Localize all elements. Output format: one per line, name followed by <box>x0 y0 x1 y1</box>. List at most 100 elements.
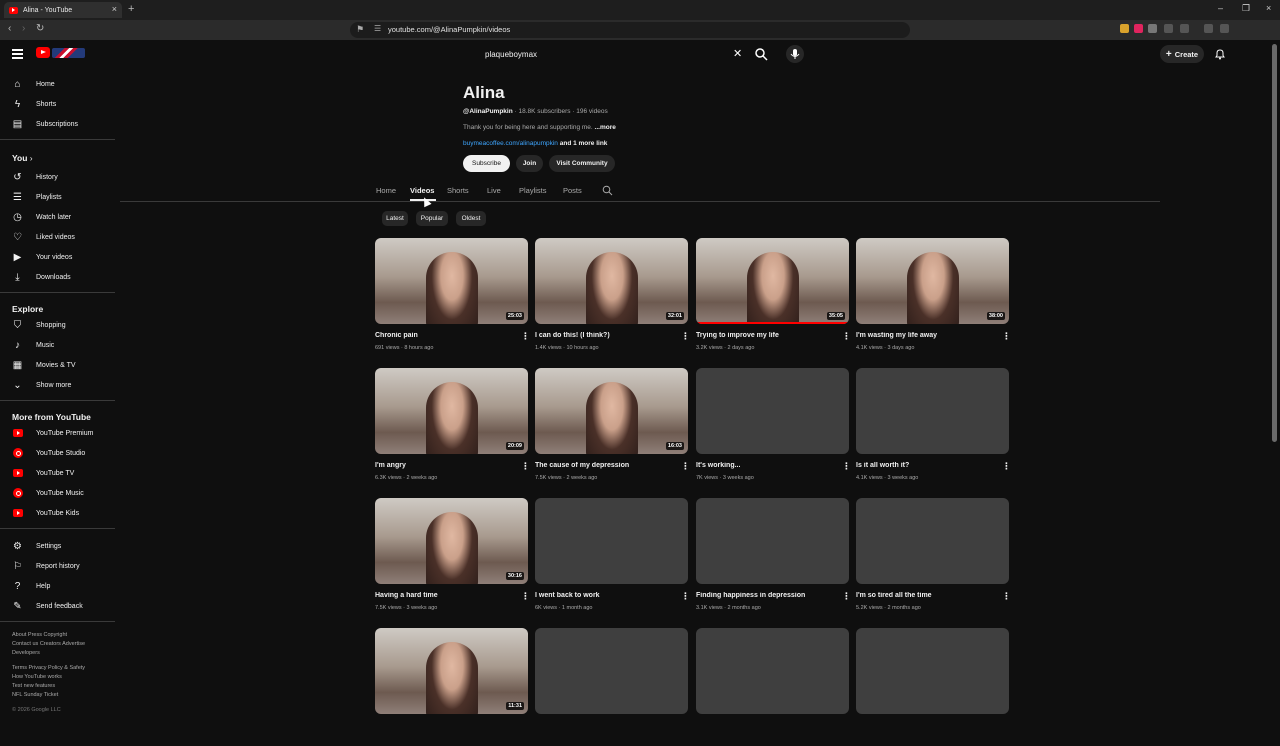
browser-tab[interactable]: Alina - YouTube × <box>4 2 122 18</box>
chip-oldest[interactable]: Oldest <box>456 211 486 226</box>
address-bar[interactable]: ⚑ ☰ youtube.com/@AlinaPumpkin/videos <box>350 22 910 38</box>
clear-search-icon[interactable]: ✕ <box>733 47 742 60</box>
video-title[interactable]: Is it all worth it? <box>856 462 996 469</box>
video-title[interactable]: I went back to work <box>535 592 675 599</box>
search-input[interactable]: plaqueboymax ✕ <box>478 44 748 66</box>
video-card[interactable]: 38:00 I'm wasting my life away 4.1K views … <box>856 238 1011 356</box>
tab-live[interactable]: Live <box>487 186 501 195</box>
video-thumbnail[interactable] <box>856 498 1009 584</box>
video-card[interactable] <box>696 628 849 746</box>
you-heading[interactable]: You › <box>12 153 32 163</box>
video-thumbnail[interactable]: 35:05 <box>696 238 849 324</box>
more-options-icon[interactable]: ⋮ <box>521 332 530 341</box>
video-thumbnail[interactable] <box>696 628 849 714</box>
youtube-doodle-logo[interactable] <box>52 48 85 58</box>
sidebar-item-youtube-music[interactable]: YouTube Music <box>0 484 118 502</box>
site-info-icon[interactable]: ☰ <box>374 24 381 33</box>
sidebar-item-downloads[interactable]: ⤓ Downloads <box>0 268 118 286</box>
chip-latest[interactable]: Latest <box>382 211 408 226</box>
scrollbar[interactable] <box>1272 44 1277 442</box>
video-title[interactable]: I'm wasting my life away <box>856 332 996 339</box>
sidebar-item-youtube-studio[interactable]: YouTube Studio <box>0 444 118 462</box>
tab-posts[interactable]: Posts <box>563 186 582 195</box>
sidebar-item-home[interactable]: ⌂ Home <box>0 75 118 93</box>
visit-community-button[interactable]: Visit Community <box>549 155 615 172</box>
create-button[interactable]: + Create <box>1160 45 1204 63</box>
more-options-icon[interactable]: ⋮ <box>681 462 690 471</box>
sidebar-item-movies[interactable]: ▦ Movies & TV <box>0 356 118 374</box>
wallet-icon[interactable] <box>1204 24 1213 33</box>
video-title[interactable]: The cause of my depression <box>535 462 675 469</box>
video-card[interactable]: Finding happiness in depression 3.1K view… <box>696 498 851 616</box>
notifications-icon[interactable] <box>1214 48 1226 60</box>
video-thumbnail[interactable]: 20:09 <box>375 368 528 454</box>
video-thumbnail[interactable]: 25:03 <box>375 238 528 324</box>
sidebar-item-youtube-kids[interactable]: YouTube Kids <box>0 504 118 522</box>
video-card[interactable] <box>856 628 1009 746</box>
more-options-icon[interactable]: ⋮ <box>842 462 851 471</box>
subscribe-button[interactable]: Subscribe <box>463 155 510 172</box>
sidebar-item-youtube-tv[interactable]: YouTube TV <box>0 464 118 482</box>
sidebar-icon[interactable] <box>1180 24 1189 33</box>
tab-playlists[interactable]: Playlists <box>519 186 547 195</box>
video-card[interactable]: 16:03 The cause of my depression 7.5K view… <box>535 368 690 486</box>
more-link[interactable]: ...more <box>593 124 616 131</box>
youtube-logo-icon[interactable] <box>36 47 50 58</box>
more-options-icon[interactable]: ⋮ <box>681 332 690 341</box>
video-thumbnail[interactable]: 30:16 <box>375 498 528 584</box>
video-card[interactable]: 32:01 I can do this! (I think?) 1.4K views… <box>535 238 690 356</box>
video-card[interactable]: It's working... 7K views · 3 weeks ago ⋮ <box>696 368 851 486</box>
video-title[interactable]: Trying to improve my life <box>696 332 836 339</box>
more-options-icon[interactable]: ⋮ <box>521 462 530 471</box>
video-title[interactable]: I can do this! (I think?) <box>535 332 675 339</box>
more-options-icon[interactable]: ⋮ <box>842 592 851 601</box>
close-tab-icon[interactable]: × <box>112 4 117 14</box>
more-links[interactable]: and 1 more link <box>558 140 608 147</box>
sidebar-item-shorts[interactable]: ϟ Shorts <box>0 95 118 113</box>
sidebar-item-subscriptions[interactable]: ▤ Subscriptions <box>0 115 118 133</box>
video-thumbnail[interactable]: 32:01 <box>535 238 688 324</box>
tab-home[interactable]: Home <box>376 186 396 195</box>
channel-description[interactable]: Thank you for being here and supporting … <box>463 124 616 131</box>
search-icon[interactable] <box>754 47 768 61</box>
more-options-icon[interactable]: ⋮ <box>1002 592 1011 601</box>
more-options-icon[interactable]: ⋮ <box>521 592 530 601</box>
back-icon[interactable]: ‹ <box>8 23 11 34</box>
sidebar-item-send-feedback[interactable]: ✎ Send feedback <box>0 597 118 615</box>
menu-icon[interactable] <box>1220 24 1229 33</box>
tab-videos[interactable]: Videos <box>410 186 434 195</box>
sidebar-item-watch-later[interactable]: ◷ Watch later <box>0 208 118 226</box>
video-thumbnail[interactable] <box>856 628 1009 714</box>
video-card[interactable] <box>535 628 688 746</box>
video-card[interactable]: Is it all worth it? 4.1K views · 3 weeks … <box>856 368 1011 486</box>
video-title[interactable]: I'm angry <box>375 462 515 469</box>
puzzle-icon[interactable] <box>1164 24 1173 33</box>
footer-links[interactable]: About Press Copyright Contact us Creator… <box>12 631 112 715</box>
restore-icon[interactable]: ❐ <box>1242 3 1250 14</box>
more-options-icon[interactable]: ⋮ <box>1002 462 1011 471</box>
video-title[interactable]: It's working... <box>696 462 836 469</box>
video-thumbnail[interactable] <box>696 498 849 584</box>
video-card[interactable]: 30:16 Having a hard time 7.5K views · 3 we… <box>375 498 530 616</box>
sidebar-item-music[interactable]: ♪ Music <box>0 336 118 354</box>
video-card[interactable]: 35:05 Trying to improve my life 3.2K views… <box>696 238 851 356</box>
sidebar-item-your-videos[interactable]: ▶ Your videos <box>0 248 118 266</box>
video-title[interactable]: Having a hard time <box>375 592 515 599</box>
more-options-icon[interactable]: ⋮ <box>681 592 690 601</box>
new-tab-icon[interactable]: + <box>128 3 134 15</box>
sidebar-item-help[interactable]: ? Help <box>0 577 118 595</box>
video-title[interactable]: Finding happiness in depression <box>696 592 836 599</box>
video-card[interactable]: 25:03 Chronic pain 691 views · 8 hours ago… <box>375 238 530 356</box>
video-thumbnail[interactable] <box>856 368 1009 454</box>
sidebar-item-shopping[interactable]: ⛉ Shopping <box>0 316 118 334</box>
extension-icon[interactable] <box>1120 24 1129 33</box>
extension-icon[interactable] <box>1148 24 1157 33</box>
video-title[interactable]: I'm so tired all the time <box>856 592 996 599</box>
more-options-icon[interactable]: ⋮ <box>1002 332 1011 341</box>
window-close-icon[interactable]: × <box>1266 3 1271 13</box>
video-thumbnail[interactable] <box>535 498 688 584</box>
tab-shorts[interactable]: Shorts <box>447 186 469 195</box>
video-card[interactable]: I went back to work 6K views · 1 month ag… <box>535 498 690 616</box>
more-options-icon[interactable]: ⋮ <box>842 332 851 341</box>
video-title[interactable]: Chronic pain <box>375 332 515 339</box>
